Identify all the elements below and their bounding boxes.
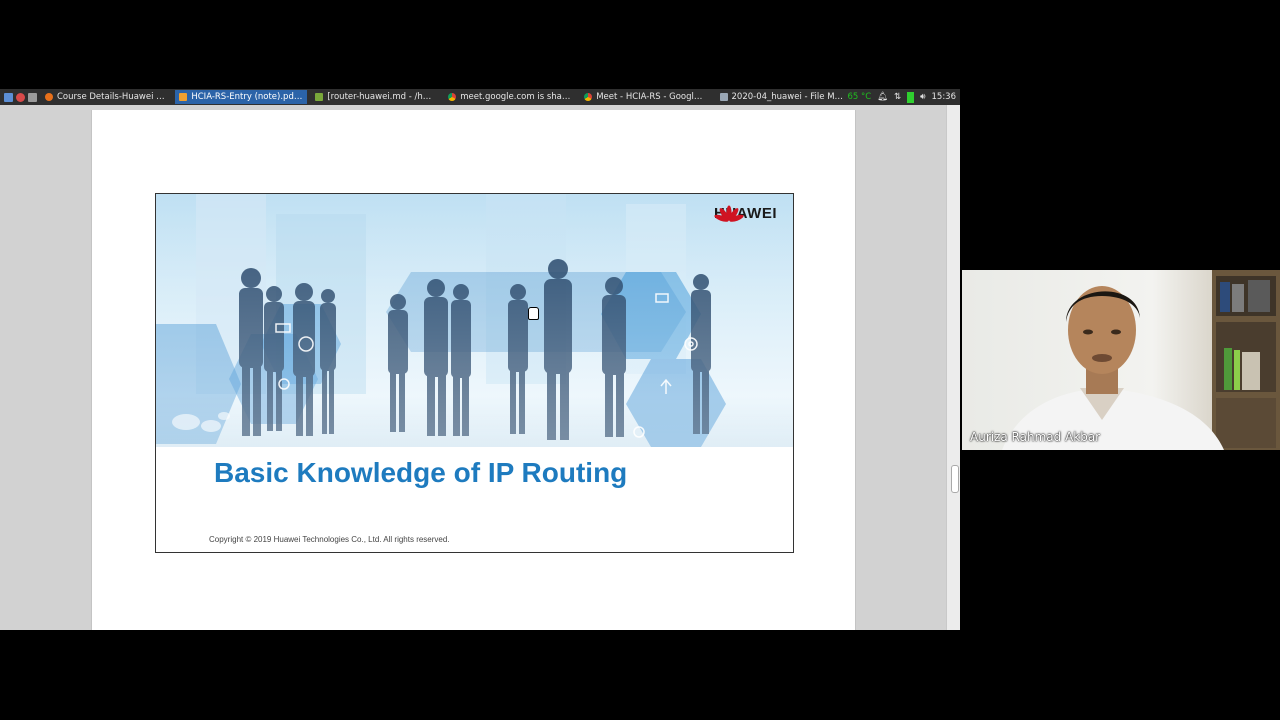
system-launchers xyxy=(0,92,37,102)
participant-video xyxy=(1002,270,1280,450)
system-tray: 65 °C 🔔︎ ⇅ 🔊︎ 15:36 xyxy=(847,91,960,103)
editor-icon xyxy=(315,93,324,101)
bell-icon[interactable]: 🔔︎ xyxy=(877,92,888,102)
window-icon[interactable] xyxy=(28,92,37,102)
clock[interactable]: 15:36 xyxy=(932,92,957,102)
slide-hero-image: HUAWEI xyxy=(156,194,793,447)
pdf-viewer: HUAWEI Basic Knowledge of IP Routing Cop… xyxy=(0,105,946,630)
task-course-details[interactable]: Course Details-Huawei Tal... xyxy=(41,90,171,104)
volume-icon[interactable]: 🔊︎ xyxy=(920,92,925,102)
huawei-flower-icon xyxy=(714,205,744,222)
menu-icon[interactable] xyxy=(4,92,13,102)
power-icon[interactable] xyxy=(16,92,25,102)
firefox-icon xyxy=(45,93,53,101)
taskbar: Course Details-Huawei Tal... HCIA-RS-Ent… xyxy=(0,89,960,105)
folder-icon xyxy=(719,93,728,101)
task-meet-hcia[interactable]: Meet - HCIA-RS - Google C... xyxy=(580,90,711,104)
slide-title: Basic Knowledge of IP Routing xyxy=(214,457,628,488)
vertical-scroll-thumb[interactable] xyxy=(951,465,959,493)
task-file-manager[interactable]: 2020-04_huawei - File Man... xyxy=(716,90,848,104)
battery-icon[interactable] xyxy=(907,91,915,103)
hand-cursor-icon xyxy=(528,307,539,320)
slide: HUAWEI Basic Knowledge of IP Routing Cop… xyxy=(155,193,794,553)
pdf-icon xyxy=(179,93,188,101)
shared-screen: Course Details-Huawei Tal... HCIA-RS-Ent… xyxy=(0,89,960,630)
task-meet-sharing[interactable]: meet.google.com is sharin... xyxy=(444,90,576,104)
huawei-logo: HUAWEI xyxy=(714,205,777,222)
network-icon[interactable]: ⇅ xyxy=(894,92,901,102)
chrome-icon xyxy=(448,93,457,101)
chrome-icon xyxy=(584,93,593,101)
task-router-md[interactable]: [router-huawei.md - /hom... xyxy=(311,90,440,104)
slide-copyright: Copyright © 2019 Huawei Technologies Co.… xyxy=(209,535,450,544)
vertical-scrollbar[interactable] xyxy=(946,105,960,630)
cpu-temperature: 65 °C xyxy=(847,92,872,102)
pdf-page: HUAWEI Basic Knowledge of IP Routing Cop… xyxy=(91,110,856,630)
task-hcia-pdf[interactable]: HCIA-RS-Entry (note).pdf - ... xyxy=(175,90,308,104)
business-people-illustration xyxy=(156,194,793,447)
participant-name: Auriza Rahmad Akbar xyxy=(970,430,1101,444)
webcam-tile[interactable]: Auriza Rahmad Akbar xyxy=(962,270,1280,450)
